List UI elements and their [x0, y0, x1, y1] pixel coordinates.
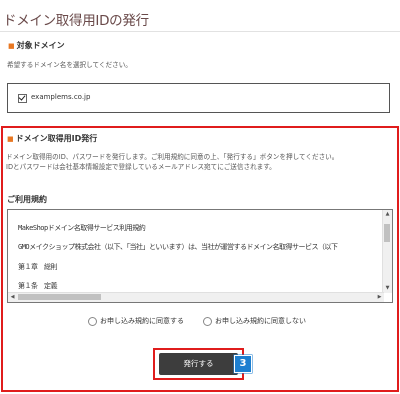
- scroll-up-arrow-icon[interactable]: ▲: [383, 210, 392, 219]
- terms-line: GMOメイクショップ株式会社（以下、「当社」といいます）は、当社が運営するドメイ…: [18, 243, 338, 251]
- terms-textarea[interactable]: MakeShopドメイン名取得サービス利用規約 GMOメイクショップ株式会社（以…: [7, 209, 393, 303]
- horizontal-scroll-thumb[interactable]: [18, 294, 101, 300]
- bullet-icon: ■: [8, 42, 15, 50]
- horizontal-scrollbar[interactable]: ◀ ▶: [8, 292, 384, 302]
- scroll-right-arrow-icon[interactable]: ▶: [375, 293, 384, 302]
- terms-line: MakeShopドメイン名取得サービス利用規約: [18, 224, 146, 232]
- id-issue-heading: ■ ドメイン取得用ID発行: [7, 133, 97, 144]
- scroll-left-arrow-icon[interactable]: ◀: [8, 293, 17, 302]
- domain-select-box: examplems.co.jp: [7, 83, 390, 113]
- agree-radio[interactable]: [88, 317, 97, 326]
- page-title: ドメイン取得用IDの発行: [3, 13, 149, 29]
- disagree-radio[interactable]: [203, 317, 212, 326]
- id-issue-description-1: ドメイン取得用のID、パスワードを発行します。ご利用規約に同意の上、「発行する」…: [6, 153, 339, 161]
- terms-line: 第１条 定義: [18, 282, 58, 290]
- domain-checkbox[interactable]: [18, 94, 27, 103]
- step-badge: 3: [234, 355, 252, 373]
- disagree-radio-label[interactable]: お申し込み規約に同意しない: [215, 316, 306, 326]
- issue-button[interactable]: 発行する: [159, 353, 238, 375]
- terms-heading: ご利用規約: [7, 195, 47, 204]
- vertical-scrollbar[interactable]: ▲ ▼: [382, 210, 392, 293]
- target-domain-heading-text: 対象ドメイン: [16, 41, 65, 50]
- target-domain-heading: ■ 対象ドメイン: [8, 40, 65, 51]
- terms-line: 第１章 総則: [18, 263, 58, 271]
- vertical-scroll-thumb[interactable]: [384, 224, 390, 242]
- title-divider: [0, 31, 400, 32]
- agree-radio-label[interactable]: お申し込み規約に同意する: [100, 316, 184, 326]
- target-domain-instruction: 希望するドメイン名を選択してください。: [7, 61, 132, 69]
- id-issue-heading-text: ドメイン取得用ID発行: [15, 134, 98, 143]
- scroll-down-arrow-icon[interactable]: ▼: [383, 284, 392, 293]
- domain-checkbox-label[interactable]: examplems.co.jp: [31, 93, 90, 101]
- id-issue-description-2: IDとパスワードは会社基本情報設定で登録しているメールアドレス宛てにご送信されま…: [6, 163, 276, 171]
- bullet-icon: ■: [7, 135, 14, 143]
